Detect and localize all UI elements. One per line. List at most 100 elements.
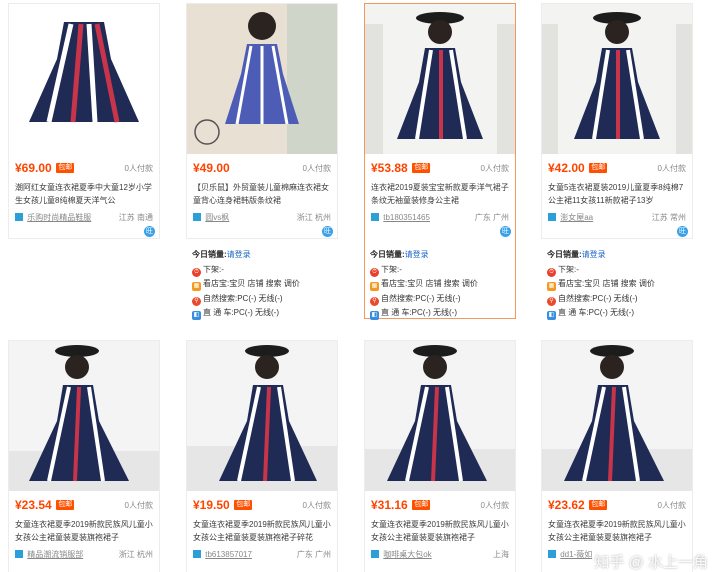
shop-icon: [548, 213, 556, 221]
natural-search-icon: ⚲: [192, 296, 201, 306]
today-sales-row: 今日销量:请登录: [370, 248, 512, 263]
shop-location: 江苏 南通: [118, 213, 153, 222]
product-price: ¥23.54: [15, 498, 52, 512]
product-title[interactable]: 连衣裙2019夏装宝宝新款夏季洋气裙子条纹无袖童装修身公主裙: [365, 181, 515, 209]
product-title[interactable]: 女童5连衣裙夏装2019儿童夏季8纯棉7公主裙11女孩11新款裙子13岁: [542, 181, 692, 209]
product-title[interactable]: 女童连衣裙夏季2019新款民族风儿童小女孩公主裙童装夏装旗袍裙子: [9, 518, 159, 546]
delist-text: 下架:-: [558, 264, 579, 274]
today-sales-row: 今日销量:请登录: [547, 248, 693, 263]
kandianbao-text[interactable]: 看店宝:宝贝 店铺 搜索 调价: [558, 279, 655, 288]
product-image[interactable]: [9, 4, 159, 154]
free-shipping-badge: 包邮: [412, 163, 431, 173]
product-price: ¥49.00: [193, 161, 230, 175]
clock-icon: ⏱: [370, 267, 379, 277]
product-price: ¥23.62: [548, 498, 585, 512]
product-card[interactable]: ¥23.62 包邮 0人付款 女童连衣裙夏季2019新款民族风儿童小女孩公主裙童…: [541, 340, 693, 572]
delist-row: ⏱ 下架:-: [192, 263, 338, 278]
shop-icon: [371, 550, 379, 558]
shop-location: 江苏 常州: [651, 213, 686, 222]
ztc-row: ◧ 直 通 车:PC(-) 无线(-): [547, 306, 693, 321]
natural-search-row: ⚲ 自然搜索:PC(-) 无线(-): [547, 292, 693, 307]
shop-tool-icon: ▦: [547, 282, 556, 291]
delist-row: ⏱ 下架:-: [370, 263, 512, 278]
ztc-row: ◧ 直 通 车:PC(-) 无线(-): [192, 306, 338, 321]
paid-count: 0人付款: [480, 501, 509, 510]
kandianbao-row[interactable]: ▦ 看店宝:宝贝 店铺 搜索 调价: [547, 277, 693, 292]
kandianbao-row[interactable]: ▦ 看店宝:宝贝 店铺 搜索 调价: [192, 277, 338, 292]
product-image[interactable]: [187, 4, 337, 154]
free-shipping-badge: 包邮: [56, 500, 75, 510]
product-title[interactable]: 女童连衣裙夏季2019新款民族风儿童小女孩公主裙童装夏装旗袍裙子: [542, 518, 692, 546]
shop-icon: [193, 213, 201, 221]
shop-tool-icon: ▦: [370, 282, 379, 291]
kandianbao-row[interactable]: ▦ 看店宝:宝贝 店铺 搜索 调价: [370, 277, 512, 292]
delist-text: 下架:-: [203, 264, 224, 274]
product-price: ¥69.00: [15, 161, 52, 175]
kandianbao-text[interactable]: 看店宝:宝贝 店铺 搜索 调价: [203, 279, 300, 288]
shop-icon: [193, 550, 201, 558]
product-card[interactable]: ¥69.00 包邮 0人付款 潮阿红女童连衣裙夏季中大童12岁小学生女孩儿童8纯…: [8, 3, 160, 239]
shop-icon: [371, 213, 379, 221]
product-image[interactable]: [365, 341, 515, 491]
paid-count: 0人付款: [302, 501, 331, 510]
shop-name[interactable]: dd1-薇如: [560, 550, 592, 559]
product-title[interactable]: 潮阿红女童连衣裙夏季中大童12岁小学生女孩儿童8纯棉夏天洋气公: [9, 181, 159, 209]
ztc-text: 直 通 车:PC(-) 无线(-): [203, 308, 279, 317]
free-shipping-badge: 包邮: [56, 163, 75, 173]
shop-location: 上海: [493, 550, 509, 559]
login-link[interactable]: 请登录: [582, 250, 606, 259]
ztc-icon: ◧: [370, 311, 379, 320]
wangwang-chat-icon[interactable]: 旺: [322, 226, 333, 237]
today-sales-row: 今日销量:请登录: [192, 248, 338, 263]
shop-name[interactable]: tb180351465: [383, 213, 430, 222]
free-shipping-badge: 包邮: [589, 500, 608, 510]
today-sales-label: 今日销量:: [192, 250, 227, 259]
shop-name[interactable]: 圆vs枫: [205, 213, 229, 222]
today-sales-label: 今日销量:: [370, 250, 405, 259]
product-card[interactable]: ¥23.54 包邮 0人付款 女童连衣裙夏季2019新款民族风儿童小女孩公主裙童…: [8, 340, 160, 572]
paid-count: 0人付款: [302, 164, 331, 173]
shop-location: 浙江 杭州: [118, 550, 153, 559]
product-price: ¥19.50: [193, 498, 230, 512]
product-image[interactable]: [542, 4, 692, 154]
delist-row: ⏱ 下架:-: [547, 263, 693, 278]
product-title[interactable]: 【贝乐鼠】外贸童装儿童棉麻连衣裙女童背心连身裙韩版条纹裙: [187, 181, 337, 209]
shop-name[interactable]: 乐购时尚精品鞋服: [27, 213, 91, 222]
product-image[interactable]: [187, 341, 337, 491]
product-title[interactable]: 女童连衣裙夏季2019新款民族风儿童小女孩公主裙童装夏装旗袍裙子碎花: [187, 518, 337, 546]
paid-count: 0人付款: [657, 501, 686, 510]
shop-icon: [548, 550, 556, 558]
product-title[interactable]: 女童连衣裙夏季2019新款民族风儿童小女孩公主裙童装夏装旗袍裙子: [365, 518, 515, 546]
login-link[interactable]: 请登录: [227, 250, 251, 259]
product-image[interactable]: [9, 341, 159, 491]
login-link[interactable]: 请登录: [405, 250, 429, 259]
clock-icon: ⏱: [547, 267, 556, 277]
product-image[interactable]: [542, 341, 692, 491]
delist-text: 下架:-: [381, 264, 402, 274]
product-card[interactable]: ¥42.00 包邮 0人付款 女童5连衣裙夏装2019儿童夏季8纯棉7公主裙11…: [541, 3, 693, 239]
clock-icon: ⏱: [192, 267, 201, 277]
product-card[interactable]: ¥31.16 包邮 0人付款 女童连衣裙夏季2019新款民族风儿童小女孩公主裙童…: [364, 340, 516, 572]
shop-name[interactable]: 精品潮流销服部: [27, 550, 83, 559]
wangwang-chat-icon[interactable]: 旺: [500, 226, 511, 237]
shop-tool-icon: ▦: [192, 282, 201, 291]
natural-search-text: 自然搜索:PC(-) 无线(-): [203, 293, 283, 303]
natural-search-text: 自然搜索:PC(-) 无线(-): [381, 293, 461, 303]
shop-icon: [15, 213, 23, 221]
natural-search-icon: ⚲: [547, 296, 556, 306]
product-card[interactable]: ¥19.50 包邮 0人付款 女童连衣裙夏季2019新款民族风儿童小女孩公主裙童…: [186, 340, 338, 572]
zhihu-watermark: 知乎 @ 水上一角: [594, 554, 708, 571]
product-card[interactable]: ¥49.00 0人付款 【贝乐鼠】外贸童装儿童棉麻连衣裙女童背心连身裙韩版条纹裙…: [186, 3, 338, 239]
natural-search-icon: ⚲: [370, 296, 379, 306]
shop-name[interactable]: 澎女屋aa: [560, 213, 593, 222]
wangwang-chat-icon[interactable]: 旺: [144, 226, 155, 237]
ztc-text: 直 通 车:PC(-) 无线(-): [381, 308, 457, 317]
seller-stats-panel: 今日销量:请登录 ⏱ 下架:- ▦ 看店宝:宝贝 店铺 搜索 调价 ⚲ 自然搜索:PC…: [368, 248, 514, 321]
shop-name[interactable]: 咖啡桌大包ok: [383, 550, 431, 559]
seller-stats-panel: 今日销量:请登录 ⏱ 下架:- ▦ 看店宝:宝贝 店铺 搜索 调价 ⚲ 自然搜索:PC…: [190, 248, 340, 321]
shop-name[interactable]: tb613857017: [205, 550, 252, 559]
wangwang-chat-icon[interactable]: 旺: [677, 226, 688, 237]
product-price: ¥31.16: [371, 498, 408, 512]
kandianbao-text[interactable]: 看店宝:宝贝 店铺 搜索 调价: [381, 279, 478, 288]
product-image[interactable]: [365, 4, 515, 154]
